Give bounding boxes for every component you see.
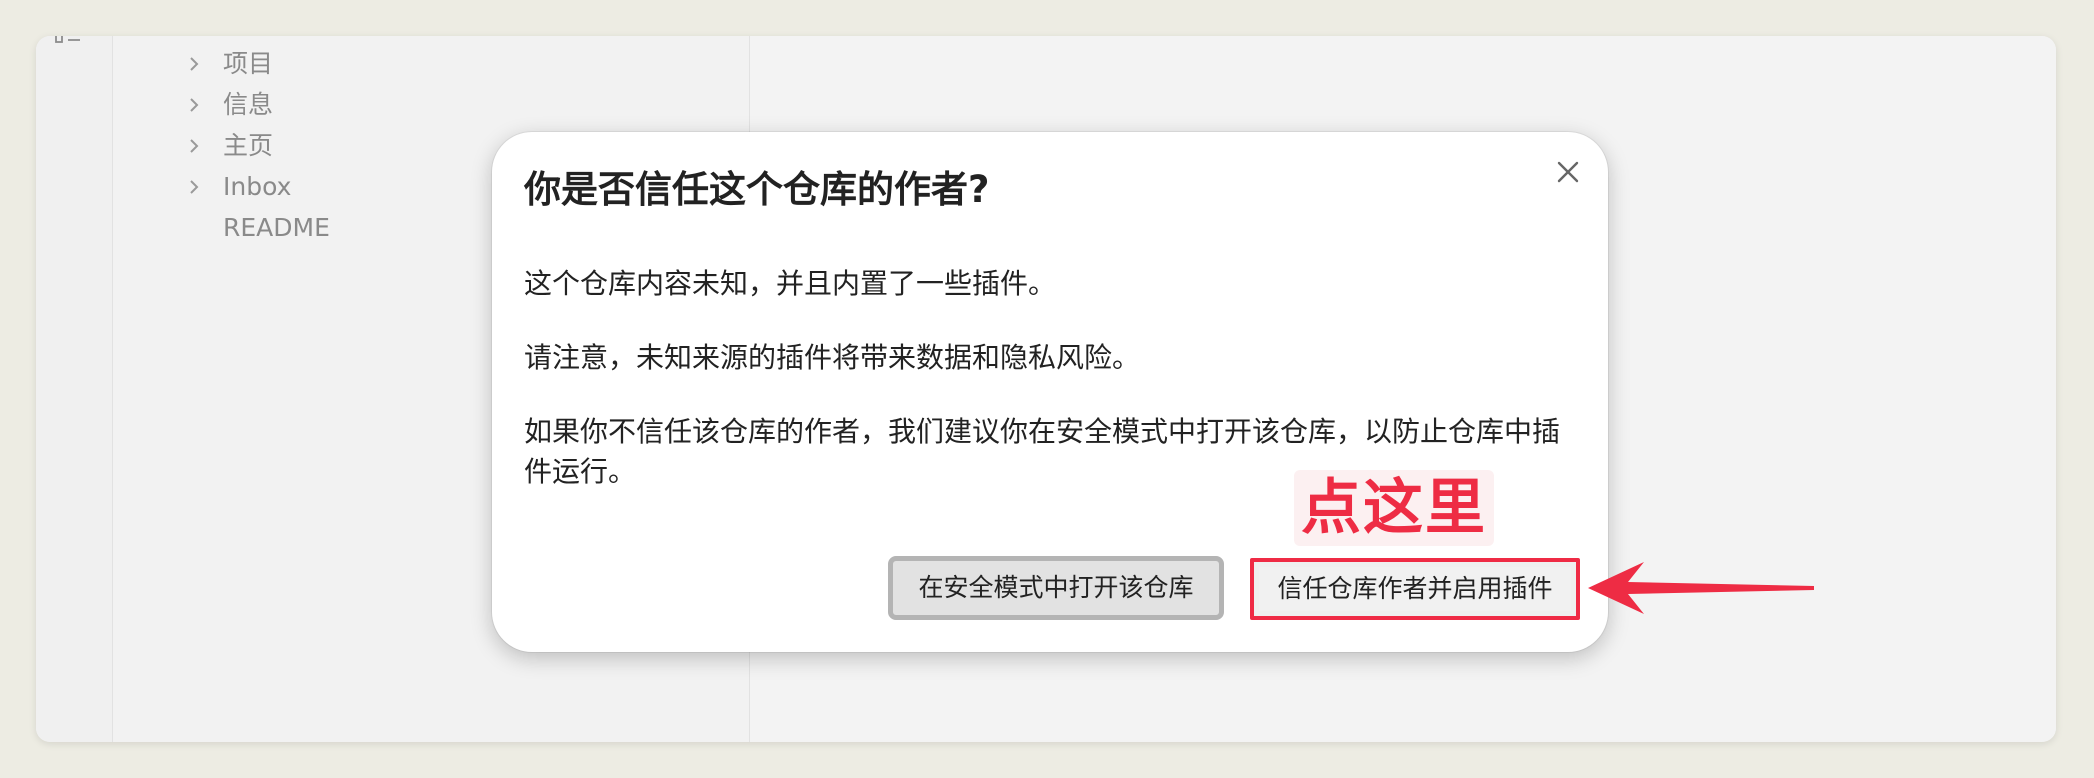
trust-author-dialog: 你是否信任这个仓库的作者? 这个仓库内容未知，并且内置了一些插件。 请注意，未知… — [492, 132, 1608, 652]
annotation-arrow-icon — [1588, 562, 1814, 614]
left-ribbon — [36, 36, 113, 742]
close-icon[interactable] — [1548, 152, 1588, 192]
tree-item-label: Inbox — [223, 172, 292, 201]
chevron-right-icon — [190, 98, 199, 112]
tree-item-folder[interactable]: 信息 — [113, 85, 713, 125]
dialog-paragraph: 请注意，未知来源的插件将带来数据和隐私风险。 — [524, 341, 1141, 374]
sidebar-toggle-icon[interactable] — [54, 36, 84, 46]
tree-item-label: 主页 — [223, 131, 274, 160]
tree-item-label: README — [223, 213, 330, 242]
chevron-right-icon — [190, 57, 199, 71]
chevron-right-icon — [190, 139, 199, 153]
open-in-safe-mode-button[interactable]: 在安全模式中打开该仓库 — [888, 556, 1224, 620]
trust-author-enable-plugins-button[interactable]: 信任仓库作者并启用插件 — [1250, 558, 1580, 620]
dialog-paragraph: 这个仓库内容未知，并且内置了一些插件。 — [524, 267, 1057, 300]
tree-item-folder[interactable]: 项目 — [113, 44, 713, 84]
dialog-title: 你是否信任这个仓库的作者? — [524, 168, 990, 211]
chevron-right-icon — [190, 180, 199, 194]
tree-item-label: 项目 — [223, 49, 274, 78]
trust-button-label: 信任仓库作者并启用插件 — [1259, 567, 1571, 611]
annotation-callout: 点这里 — [1294, 470, 1494, 546]
tree-item-label: 信息 — [223, 90, 274, 119]
